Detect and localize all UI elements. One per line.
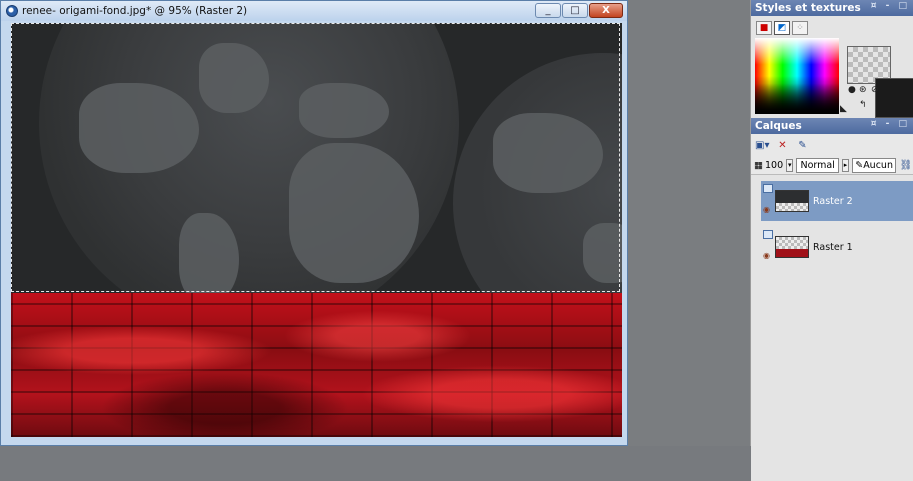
- layer-type-icon: [763, 230, 773, 239]
- layer-thumbnail: [775, 190, 809, 212]
- blend-mode-select[interactable]: Normal: [796, 157, 839, 173]
- layer-row-raster-2[interactable]: ◉ Raster 2: [761, 181, 913, 221]
- africa-shape: [289, 143, 419, 283]
- color-spectrum[interactable]: [755, 38, 839, 114]
- swatch-grid-icon: ⁘: [796, 23, 804, 33]
- globe-left: [39, 23, 459, 293]
- layers-toolbar: ▣▾ ✕ ✎: [751, 134, 913, 156]
- layers-panel-controls[interactable]: ¤ - □: [871, 119, 910, 129]
- opacity-control[interactable]: ▦ 100: [754, 160, 783, 171]
- image-canvas[interactable]: [11, 23, 622, 437]
- visibility-eye-icon[interactable]: ◉: [763, 251, 770, 260]
- layer-properties-icon[interactable]: ✎: [795, 138, 809, 152]
- layer-type-icon: [763, 184, 773, 193]
- rainbow-icon: ◩: [777, 23, 787, 33]
- styles-panel-controls[interactable]: ¤ - □: [871, 1, 910, 11]
- window-controls: _ □ X: [535, 3, 623, 18]
- styles-panel: ■ ◩ ⁘ ● ⊛ ⊘ ↰ ◣: [751, 16, 913, 118]
- maximize-button[interactable]: □: [562, 3, 588, 18]
- mask-value: Aucun: [863, 159, 893, 171]
- puzzle-pieces-texture: [11, 293, 622, 437]
- mask-select[interactable]: ✎ Aucun: [852, 157, 896, 173]
- corner-triangle-icon: ◣: [840, 104, 847, 114]
- swatch-tab[interactable]: ⁘: [792, 21, 808, 35]
- globe-right: [453, 53, 622, 293]
- delete-layer-icon[interactable]: ✕: [775, 138, 789, 152]
- blend-mode-arrow-button[interactable]: ▸: [841, 158, 850, 172]
- pencil-icon: ✎: [855, 159, 864, 171]
- north-america-shape: [79, 83, 199, 173]
- workspace-background: [628, 0, 750, 446]
- layer-name: Raster 2: [813, 195, 853, 207]
- minimize-button[interactable]: _: [535, 3, 561, 18]
- continent-shape: [493, 113, 603, 193]
- new-layer-icon[interactable]: ▣▾: [755, 138, 769, 152]
- styles-panel-title[interactable]: Styles et textures ¤ - □: [751, 0, 913, 16]
- background-swatch[interactable]: [875, 78, 913, 118]
- link-icon[interactable]: ⛓: [899, 158, 913, 172]
- style-tabs: ■ ◩ ⁘: [756, 21, 808, 35]
- south-america-shape: [179, 213, 239, 293]
- layer-thumbnail: [775, 236, 809, 258]
- transparent-icon[interactable]: ⊘: [871, 85, 879, 95]
- document-title: renee- origami-fond.jpg* @ 95% (Raster 2…: [22, 5, 248, 17]
- rainbow-tab[interactable]: ◩: [774, 21, 790, 35]
- document-titlebar[interactable]: renee- origami-fond.jpg* @ 95% (Raster 2…: [1, 1, 627, 21]
- europe-shape: [299, 83, 389, 138]
- world-map-layer: [11, 23, 622, 293]
- texture-icon[interactable]: ⊛: [859, 85, 867, 95]
- psp-app-icon: [6, 5, 18, 17]
- swap-colors-icon[interactable]: ↰: [859, 100, 867, 110]
- layers-panel-title[interactable]: Calques ¤ - □: [751, 118, 913, 134]
- opacity-value: 100: [764, 159, 784, 171]
- puzzle-floor-layer: [11, 293, 622, 437]
- close-button[interactable]: X: [589, 3, 623, 18]
- styles-panel-title-text: Styles et textures: [755, 2, 861, 14]
- visibility-eye-icon[interactable]: ◉: [763, 205, 770, 214]
- right-panel-column: Styles et textures ¤ - □ ■ ◩ ⁘ ● ⊛ ⊘ ↰ ◣…: [750, 0, 913, 481]
- layers-list: ◉ Raster 2 ◉ Raster 1: [751, 175, 913, 481]
- greenland-shape: [199, 43, 269, 113]
- opacity-icon: ▦: [754, 159, 763, 171]
- document-window[interactable]: renee- origami-fond.jpg* @ 95% (Raster 2…: [0, 0, 628, 446]
- layer-row-raster-1[interactable]: ◉ Raster 1: [761, 227, 913, 267]
- layer-name: Raster 1: [813, 241, 853, 253]
- continent-shape: [583, 223, 622, 283]
- layer-properties-bar: ▦ 100 ▾ Normal ▸ ✎ Aucun ⛓: [751, 156, 913, 175]
- opacity-dropdown-button[interactable]: ▾: [786, 158, 794, 172]
- palette-icon: ■: [759, 23, 769, 33]
- style-circle-icon[interactable]: ●: [848, 85, 856, 95]
- layers-panel-title-text: Calques: [755, 120, 802, 132]
- color-palette-tab[interactable]: ■: [756, 21, 772, 35]
